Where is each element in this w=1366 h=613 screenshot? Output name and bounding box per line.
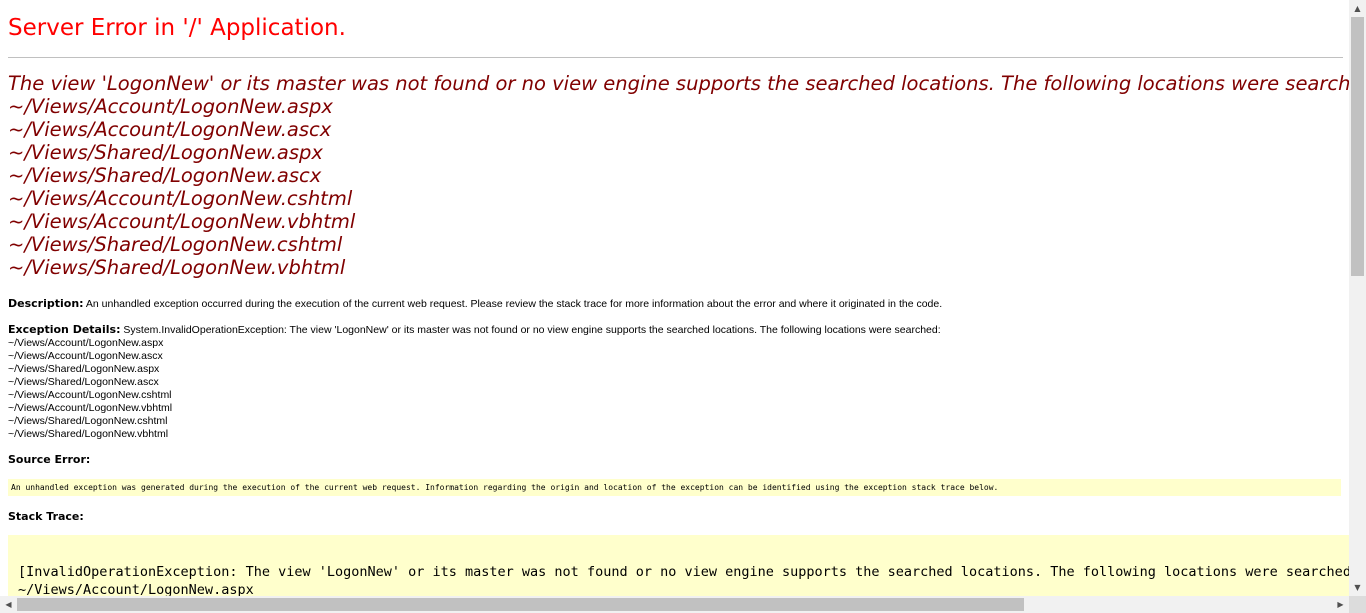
page-title: Server Error in '/' Application.	[8, 15, 346, 41]
error-heading-location: ~/Views/Shared/LogonNew.cshtml	[8, 233, 343, 256]
description: Description: An unhandled exception occu…	[8, 297, 942, 311]
source-error-box: An unhandled exception was generated dur…	[8, 479, 1341, 496]
exception-location: ~/Views/Account/LogonNew.vbhtml	[8, 402, 173, 414]
scroll-right-arrow-icon[interactable]: ▶	[1332, 596, 1349, 613]
exception-location: ~/Views/Account/LogonNew.ascx	[8, 350, 163, 362]
scroll-down-arrow-icon[interactable]: ▼	[1349, 579, 1366, 596]
error-heading: The view 'LogonNew' or its master was no…	[8, 72, 1349, 279]
exception-details: Exception Details: System.InvalidOperati…	[8, 323, 941, 441]
description-text: An unhandled exception occurred during t…	[85, 298, 943, 310]
error-heading-location: ~/Views/Shared/LogonNew.aspx	[8, 141, 323, 164]
exception-location: ~/Views/Shared/LogonNew.aspx	[8, 363, 160, 375]
source-error-text: An unhandled exception was generated dur…	[11, 483, 999, 492]
scroll-up-arrow-icon[interactable]: ▲	[1349, 0, 1366, 17]
exception-details-text: System.InvalidOperationException: The vi…	[123, 324, 941, 336]
error-heading-message: The view 'LogonNew' or its master was no…	[8, 72, 1349, 95]
exception-details-label: Exception Details:	[8, 323, 121, 336]
exception-location: ~/Views/Account/LogonNew.cshtml	[8, 389, 172, 401]
exception-location: ~/Views/Shared/LogonNew.ascx	[8, 376, 159, 388]
error-heading-location: ~/Views/Account/LogonNew.aspx	[8, 95, 333, 118]
vertical-scrollbar[interactable]: ▲ ▼	[1349, 0, 1366, 596]
source-error-label: Source Error:	[8, 453, 91, 466]
stack-trace-line: [InvalidOperationException: The view 'Lo…	[18, 564, 1349, 580]
scrollbar-corner	[1349, 596, 1366, 613]
vertical-scrollbar-thumb[interactable]	[1351, 17, 1364, 276]
stack-trace-section: Stack Trace:	[8, 510, 84, 524]
title-divider	[8, 57, 1343, 58]
error-page: Server Error in '/' Application. The vie…	[0, 0, 1349, 596]
exception-location: ~/Views/Shared/LogonNew.vbhtml	[8, 428, 169, 440]
horizontal-scrollbar[interactable]: ◀ ▶	[0, 596, 1349, 613]
stack-trace-line: ~/Views/Account/LogonNew.aspx	[18, 582, 254, 596]
exception-details-first-line: Exception Details: System.InvalidOperati…	[8, 323, 941, 337]
description-label: Description:	[8, 297, 84, 310]
stack-trace-box: [InvalidOperationException: The view 'Lo…	[8, 535, 1349, 596]
error-heading-location: ~/Views/Account/LogonNew.vbhtml	[8, 210, 356, 233]
error-heading-location: ~/Views/Shared/LogonNew.ascx	[8, 164, 322, 187]
source-error-section: Source Error:	[8, 453, 90, 467]
horizontal-scrollbar-thumb[interactable]	[17, 598, 1024, 611]
scroll-left-arrow-icon[interactable]: ◀	[0, 596, 17, 613]
error-heading-location: ~/Views/Account/LogonNew.ascx	[8, 118, 332, 141]
exception-location: ~/Views/Shared/LogonNew.cshtml	[8, 415, 168, 427]
error-heading-location: ~/Views/Account/LogonNew.cshtml	[8, 187, 353, 210]
exception-location: ~/Views/Account/LogonNew.aspx	[8, 337, 164, 349]
error-heading-location: ~/Views/Shared/LogonNew.vbhtml	[8, 256, 346, 279]
stack-trace-label: Stack Trace:	[8, 510, 84, 523]
